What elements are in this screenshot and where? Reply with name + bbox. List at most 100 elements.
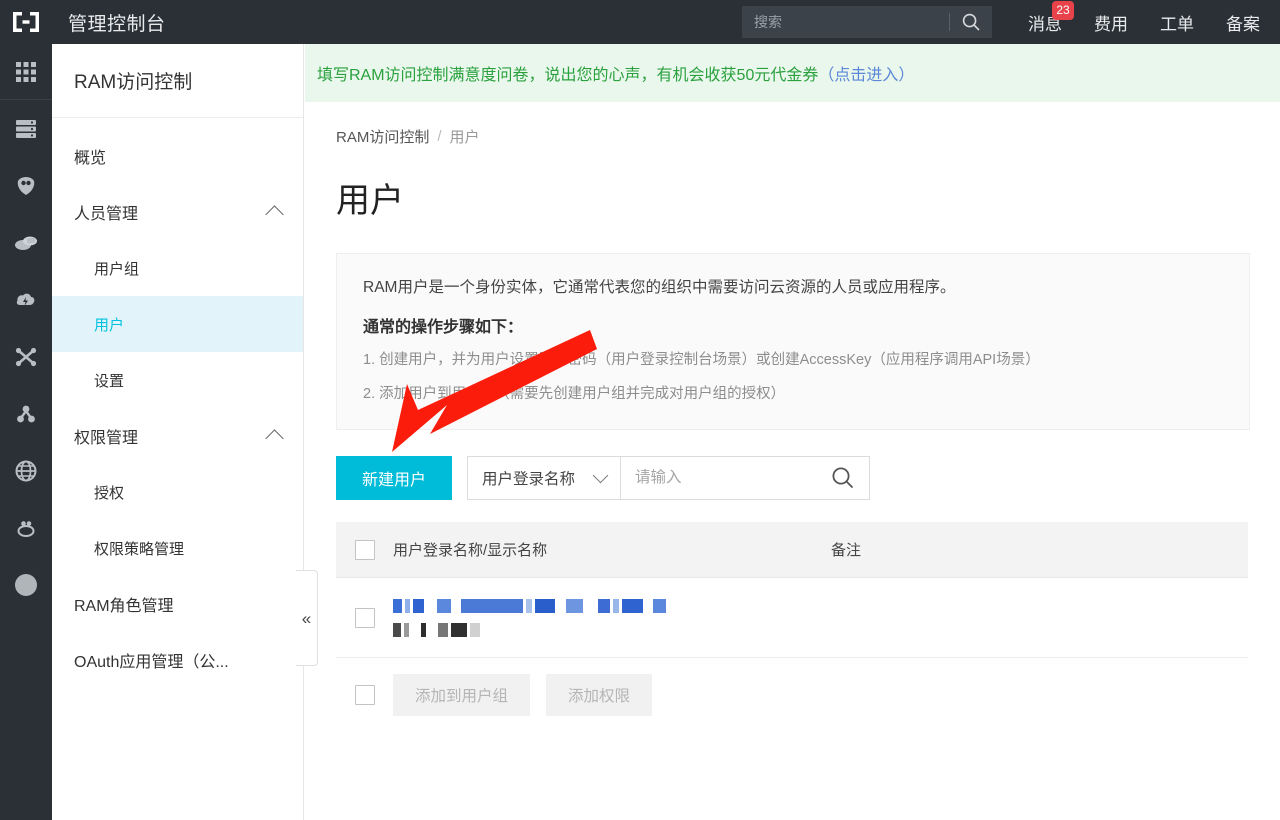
sidebar-item-policies[interactable]: 权限策略管理 [52,520,303,576]
bulk-actions-row: 添加到用户组 添加权限 [336,658,1248,732]
table-search-button[interactable] [817,457,869,499]
search-button[interactable] [950,6,992,38]
breadcrumb-separator: / [437,128,442,145]
info-card-subtitle: 通常的操作步骤如下： [363,319,524,337]
user-name-cell [393,584,831,651]
nav-item-tickets-label: 工单 [1160,14,1194,34]
filter-field-label: 用户登录名称 [482,471,576,489]
rail-item-account[interactable] [0,556,52,613]
table-row[interactable] [336,578,1248,659]
rail-item-bug[interactable] [0,499,52,556]
circle-avatar-icon [15,573,37,596]
rail-item-share[interactable] [0,385,52,442]
left-icon-rail [0,44,52,820]
chevron-up-icon [265,204,284,224]
sidebar-item-ram-roles-label: RAM角色管理 [74,598,174,615]
nav-item-tickets[interactable]: 工单 [1144,0,1210,44]
info-card-step-1: 1. 创建用户，并为用户设置登录密码（用户登录控制台场景）或创建AccessKe… [363,352,1040,369]
sidebar-item-groups-label: 用户组 [94,260,140,278]
sidebar-group-permissions[interactable]: 权限管理 [52,408,303,464]
sidebar-item-overview[interactable]: 概览 [52,128,303,184]
rail-item-products[interactable] [0,44,52,100]
secondary-sidebar: RAM访问控制 概览 人员管理 用户组 用户 设置 权限管理 授权 权限策略管理… [52,44,304,820]
nav-item-billing-label: 费用 [1094,14,1128,34]
column-header-note: 备注 [831,542,862,560]
rail-item-security[interactable] [0,157,52,214]
rail-item-servers[interactable] [0,100,52,157]
console-page: 管理控制台 消息 23 费用 工单 备案 [0,0,1280,820]
shield-icon [17,176,35,195]
sidebar-item-groups[interactable]: 用户组 [52,240,303,296]
main-content: 填写RAM访问控制满意度问卷，说出您的心声，有机会收获50元代金券 （点击进入）… [305,44,1280,820]
double-chevron-left-icon: « [301,608,312,628]
chevron-down-icon [592,468,609,484]
bulk-select-checkbox[interactable] [354,685,375,706]
add-to-group-button[interactable]: 添加到用户组 [393,674,531,717]
create-user-button[interactable]: 新建用户 [336,456,452,501]
promo-banner-link[interactable]: （点击进入） [818,61,914,85]
console-bracket-logo-icon [13,12,39,32]
sidebar-item-grants[interactable]: 授权 [52,464,303,520]
info-card: RAM用户是一个身份实体，它通常代表您的组织中需要访问云资源的人员或应用程序。 … [336,253,1250,431]
breadcrumb-root[interactable]: RAM访问控制 [336,126,429,147]
nav-item-icp-label: 备案 [1226,14,1260,34]
sidebar-group-people[interactable]: 人员管理 [52,184,303,240]
app-grid-icon [16,61,36,82]
cross-nodes-icon [15,347,37,366]
column-header-name: 用户登录名称/显示名称 [393,542,548,560]
nav-item-icp[interactable]: 备案 [1210,0,1276,44]
chevron-up-icon [265,428,284,448]
table-header-row: 用户登录名称/显示名称 备注 [336,522,1248,579]
nav-item-billing[interactable]: 费用 [1078,0,1144,44]
rail-item-cdn[interactable] [0,271,52,328]
sidebar-group-people-label: 人员管理 [74,206,139,223]
sidebar-item-settings-label: 设置 [94,372,125,390]
rail-item-storage[interactable] [0,214,52,271]
filter-field-select[interactable]: 用户登录名称 [468,457,620,499]
global-search[interactable] [742,6,992,38]
promo-banner[interactable]: 填写RAM访问控制满意度问卷，说出您的心声，有机会收获50元代金券 （点击进入） [305,44,1280,102]
server-icon [16,119,36,138]
rail-item-network-cross[interactable] [0,328,52,385]
sidebar-item-settings[interactable]: 设置 [52,352,303,408]
sidebar-item-users[interactable]: 用户 [52,296,303,352]
promo-banner-text: 填写RAM访问控制满意度问卷，说出您的心声，有机会收获50元代金券 [317,67,819,84]
sidebar-item-grants-label: 授权 [94,484,125,502]
select-all-checkbox[interactable] [354,539,375,560]
search-input[interactable] [742,6,949,38]
sidebar-title: RAM访问控制 [52,44,303,118]
sidebar-menu: 概览 人员管理 用户组 用户 设置 权限管理 授权 权限策略管理 RAM角色管理… [52,118,303,688]
users-table: 用户登录名称/显示名称 备注 添加到用户组 添加权限 [336,522,1248,732]
info-card-lead: RAM用户是一个身份实体，它通常代表您的组织中需要访问云资源的人员或应用程序。 [363,279,956,296]
sidebar-collapse-handle[interactable]: « [296,570,318,666]
row-checkbox[interactable] [354,607,375,628]
nav-item-messages[interactable]: 消息 23 [1012,0,1078,44]
add-permission-button[interactable]: 添加权限 [546,674,653,717]
sidebar-item-oauth-apps[interactable]: OAuth应用管理（公... [52,632,303,688]
console-logo[interactable] [0,0,52,44]
rail-item-global[interactable] [0,442,52,499]
cloud-stack-icon [15,236,37,250]
search-icon [962,13,980,31]
bulk-select-cell[interactable] [336,685,393,706]
sidebar-item-ram-roles[interactable]: RAM角色管理 [52,576,303,632]
redacted-user-identity [393,584,831,651]
header-nav: 消息 23 费用 工单 备案 [1012,0,1280,44]
console-title: 管理控制台 [68,13,166,35]
sidebar-item-overview-label: 概览 [74,150,107,167]
keyword-input[interactable] [621,457,817,500]
sidebar-item-policies-label: 权限策略管理 [94,540,185,558]
top-header: 管理控制台 消息 23 费用 工单 备案 [0,0,1280,44]
info-card-step-2: 2. 添加用户到用户组（需要先创建用户组并完成对用户组的授权） [363,386,786,403]
network-share-icon [17,405,35,422]
row-select-cell[interactable] [336,607,393,628]
sidebar-group-permissions-label: 权限管理 [74,430,139,447]
messages-badge: 23 [1052,1,1074,20]
table-toolbar: 新建用户 用户登录名称 [336,456,1250,501]
redacted-display-name [393,622,831,637]
sidebar-item-oauth-apps-label: OAuth应用管理（公... [74,654,229,671]
bug-icon [17,520,35,537]
breadcrumb: RAM访问控制 / 用户 [336,126,1250,147]
select-all-cell[interactable] [336,539,393,560]
globe-icon [15,460,37,481]
